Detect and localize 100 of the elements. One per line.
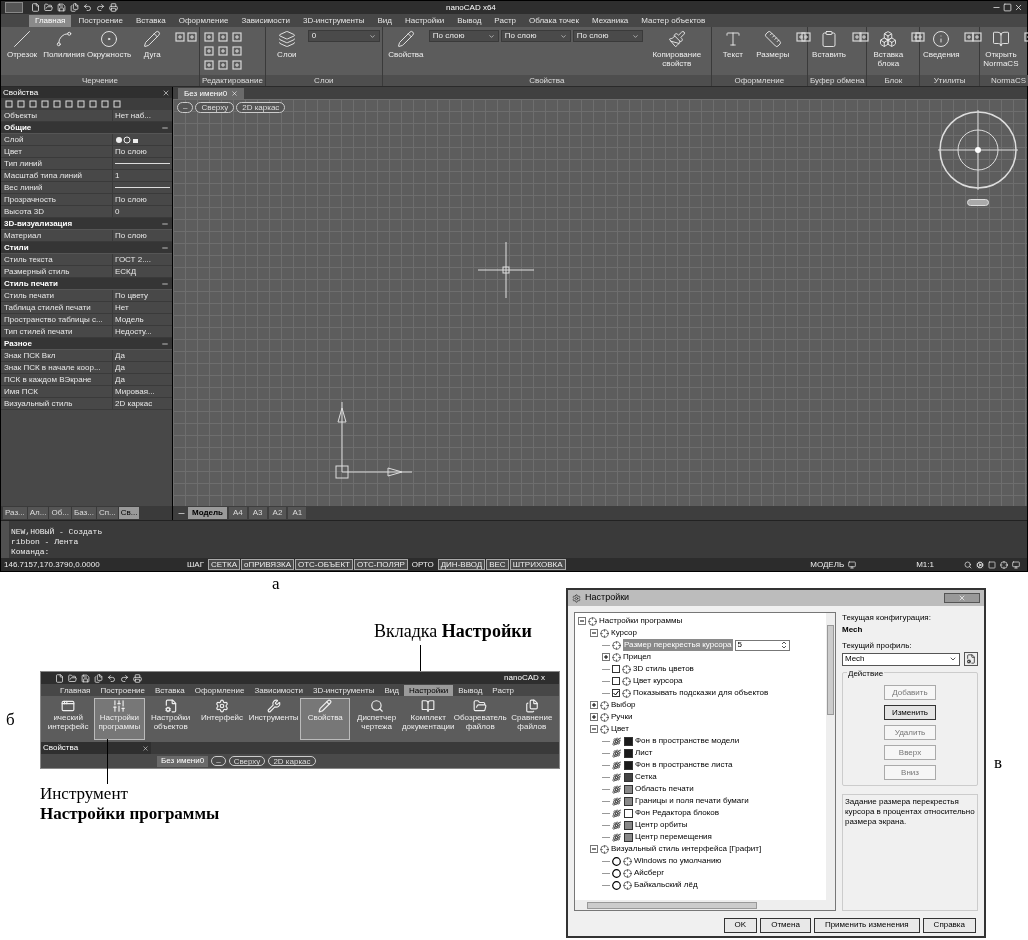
collapse-icon[interactable] xyxy=(590,845,598,853)
redo-icon[interactable] xyxy=(120,673,129,683)
ribbon-tab[interactable]: Вставка xyxy=(130,15,172,27)
layout-tab[interactable]: A2 xyxy=(268,507,287,519)
ribbon-button[interactable]: Отрезок xyxy=(3,30,41,59)
undo-icon[interactable] xyxy=(107,673,116,683)
ribbon-button[interactable]: Интерфейс xyxy=(196,698,248,740)
zoom-icon[interactable] xyxy=(964,560,972,569)
ribbon-button[interactable]: Полилиния xyxy=(43,30,85,59)
close-icon[interactable] xyxy=(142,744,149,752)
status-toggle[interactable]: ДИН-ВВОД xyxy=(437,559,486,570)
folder-icon[interactable] xyxy=(44,3,53,12)
ribbon-tab[interactable]: 3D-инструменты xyxy=(296,15,371,27)
tree-item[interactable]: Центр орбиты xyxy=(623,819,689,831)
dialog-button[interactable]: OK xyxy=(723,917,758,933)
tree-item[interactable]: 3D стиль цветов xyxy=(633,663,694,675)
checkbox[interactable] xyxy=(612,677,620,685)
space-indicator[interactable]: МОДЕЛЬ xyxy=(810,558,845,571)
ribbon-button[interactable]: Размеры xyxy=(753,30,792,59)
ribbon-button[interactable]: Комплект документации xyxy=(402,698,454,740)
print-icon[interactable] xyxy=(133,673,142,683)
number-spinner[interactable]: 5 xyxy=(734,639,790,651)
dialog-button[interactable]: Отмена xyxy=(760,917,811,933)
tree-item[interactable]: Фон в пространстве модели xyxy=(623,735,741,747)
tree-item[interactable]: Прицел xyxy=(623,651,651,663)
ribbon-tab[interactable]: 3D-инструменты xyxy=(307,685,380,696)
tree-item[interactable]: Цвет курсора xyxy=(633,675,683,687)
ribbon-tab[interactable]: Облака точек xyxy=(523,15,585,27)
ribbon-button[interactable]: Настройки объектов xyxy=(145,698,196,740)
tree-item[interactable]: Настройки программы xyxy=(599,615,683,627)
profile-button[interactable] xyxy=(964,652,978,666)
tree-item[interactable]: Выбор xyxy=(611,699,636,711)
close-icon[interactable] xyxy=(162,88,170,97)
ribbon-tab[interactable]: Мастер объектов xyxy=(635,15,712,27)
status-toggle[interactable]: ОРТО xyxy=(408,559,437,570)
ribbon-button[interactable]: Копирование свойств xyxy=(644,30,709,68)
ribbon-button[interactable]: Открыть NormaCS xyxy=(981,30,1020,68)
maximize-icon[interactable] xyxy=(1003,3,1012,12)
new-file-icon[interactable] xyxy=(55,673,64,683)
status-toggle[interactable]: СЕТКА xyxy=(208,559,240,570)
layout-tab[interactable]: A4 xyxy=(229,507,247,519)
layout-tab[interactable]: A1 xyxy=(288,507,307,519)
dialog-button[interactable]: Применить изменения xyxy=(813,917,920,933)
files-icon[interactable] xyxy=(70,3,79,12)
ribbon-button[interactable]: Сравнение файлов xyxy=(506,698,557,740)
horizontal-scrollbar[interactable] xyxy=(575,900,835,910)
ribbon-button[interactable]: Инструменты xyxy=(248,698,300,740)
radio-button[interactable] xyxy=(612,856,621,866)
status-toggle[interactable]: ОТС-ПОЛЯР xyxy=(353,559,408,570)
viewport-control[interactable]: – xyxy=(177,102,194,113)
gear-icon[interactable] xyxy=(976,560,984,569)
ribbon-tab[interactable]: Построение xyxy=(72,15,129,27)
expand-icon[interactable] xyxy=(590,701,598,709)
undo-icon[interactable] xyxy=(83,3,92,12)
ribbon-button[interactable]: Вставка блока xyxy=(869,30,908,68)
document-tab[interactable]: Без имени0 xyxy=(157,755,209,767)
ribbon-tab[interactable]: Зависимости xyxy=(249,685,308,696)
section-header[interactable]: Общие xyxy=(4,121,32,134)
print-icon[interactable] xyxy=(109,3,118,12)
status-toggle[interactable]: оПРИВЯЗКА xyxy=(241,559,294,570)
tree-item[interactable]: Сетка xyxy=(623,771,658,783)
folder-icon[interactable] xyxy=(68,673,77,683)
redo-icon[interactable] xyxy=(96,3,105,12)
monitor-icon[interactable] xyxy=(1012,560,1020,569)
panel-tab[interactable]: Об... xyxy=(49,507,71,519)
viewport-control[interactable]: Сверху xyxy=(195,102,235,113)
viewcube-compass[interactable] xyxy=(937,109,1019,191)
tree-item[interactable]: Визуальный стиль интерфейса [Графит] xyxy=(611,843,762,855)
ribbon-button[interactable]: Дуга xyxy=(133,30,172,59)
ribbon-button[interactable]: ический интерфейс xyxy=(43,698,94,740)
vertical-scrollbar[interactable] xyxy=(826,613,835,900)
square-icon[interactable] xyxy=(988,560,996,569)
new-file-icon[interactable] xyxy=(31,3,40,12)
ribbon-tab[interactable]: Вывод xyxy=(453,685,488,696)
tool-icon[interactable] xyxy=(971,32,982,42)
ribbon-button[interactable]: Настройки программы xyxy=(94,698,145,740)
radio-button[interactable] xyxy=(612,880,621,890)
dropdown-field[interactable]: 0 xyxy=(307,30,380,42)
status-toggle[interactable]: ШАГ xyxy=(184,559,207,570)
panel-tab[interactable]: Сп... xyxy=(96,507,118,519)
panel-tab[interactable]: Св... xyxy=(118,507,140,519)
panel-tab[interactable]: Баз... xyxy=(71,507,96,519)
ribbon-tab[interactable]: Растр xyxy=(488,15,522,27)
tree-item[interactable]: Область печати xyxy=(623,783,695,795)
panel-tab[interactable]: Раз... xyxy=(3,507,27,519)
dropdown-field[interactable]: По слою xyxy=(428,30,499,42)
section-header[interactable]: Стили xyxy=(4,241,29,254)
status-toggle[interactable]: ОТС-ОБЪЕКТ xyxy=(294,559,353,570)
dialog-button[interactable]: Справка xyxy=(922,917,976,933)
ribbon-tab[interactable]: Оформление xyxy=(189,685,250,696)
files-icon[interactable] xyxy=(94,673,103,683)
scale-indicator[interactable]: M1:1 xyxy=(916,558,934,571)
drawing-canvas[interactable]: – Сверху 2D каркас xyxy=(173,99,1027,506)
ribbon-button[interactable]: Слои xyxy=(267,30,306,59)
ribbon-button[interactable]: Свойства xyxy=(300,698,351,740)
tool-icon[interactable] xyxy=(859,32,870,42)
crosshair-icon[interactable] xyxy=(1000,560,1008,569)
layout-tab[interactable]: A3 xyxy=(248,507,267,519)
tree-item[interactable]: Лист xyxy=(623,747,654,759)
profile-dropdown[interactable]: Mech xyxy=(842,652,960,666)
